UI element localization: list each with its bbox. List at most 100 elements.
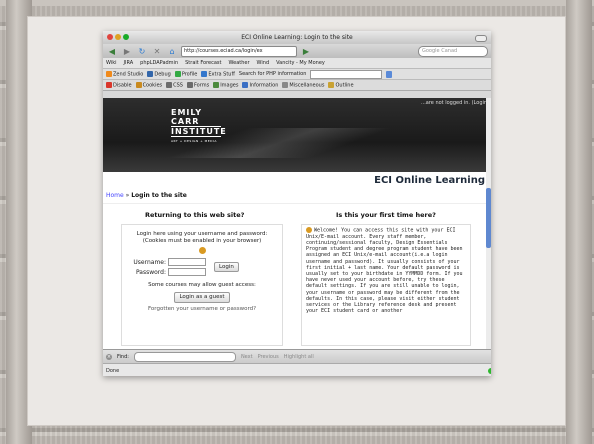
guest-login-button[interactable]: Login as a guest — [174, 292, 230, 303]
zoom-window-button[interactable] — [123, 34, 129, 40]
title-bar: ECI Online Learning: Login to the site — [103, 31, 491, 44]
bookmark-item[interactable]: Wiki — [106, 60, 117, 66]
webdev-menu-label: CSS — [173, 82, 183, 89]
webdev-menu-disable[interactable]: Disable — [106, 81, 132, 89]
miscellaneous-icon — [282, 81, 289, 88]
vertical-scrollbar[interactable] — [486, 98, 491, 349]
find-bar: × Find: Next Previous Highlight all — [103, 349, 491, 364]
forgot-password-link[interactable]: Forgotten your username or password? — [122, 306, 282, 313]
outline-icon — [328, 81, 335, 88]
login-intro: Login here using your username and passw… — [136, 231, 268, 237]
webdev-menu-forms[interactable]: Forms — [186, 81, 210, 89]
extra-icon — [201, 70, 208, 77]
zend-toolbar: Zend Studio Debug Profile Extra Stuff Se… — [103, 69, 491, 80]
php-search-input[interactable] — [310, 69, 383, 79]
bookmark-item[interactable]: Strait Forecast — [185, 60, 221, 66]
status-text: Done — [106, 367, 120, 374]
bookmark-item[interactable]: Wind — [257, 60, 270, 66]
first-time-text: Welcome! You can access this site with y… — [302, 225, 470, 316]
page-viewport: EMILY CARR INSTITUTE ART + DESIGN + MEDI… — [103, 98, 491, 349]
php-search-label: Search for PHP information — [238, 71, 307, 77]
cookies-note: (Cookies must be enabled in your browser… — [142, 238, 262, 244]
webdev-menu-label: Images — [220, 82, 239, 89]
webdev-menu-outline[interactable]: Outline — [328, 81, 354, 88]
breadcrumb-home-link[interactable]: Home — [106, 192, 124, 199]
logo-tagline: ART + DESIGN + MEDIA — [171, 139, 217, 143]
webdev-menu-label: Disable — [113, 82, 132, 89]
bug-icon — [147, 70, 154, 77]
site-header: ECI Online Learning — [103, 172, 491, 189]
emily-carr-logo[interactable]: EMILY CARR INSTITUTE ART + DESIGN + MEDI… — [171, 108, 227, 143]
webdev-menu-images[interactable]: Images — [213, 81, 239, 89]
close-find-icon[interactable]: × — [106, 354, 112, 360]
images-icon — [213, 81, 220, 88]
webdev-menu-css[interactable]: CSS — [166, 81, 183, 89]
zend-icon — [106, 70, 112, 77]
debug-button[interactable]: Debug — [147, 70, 171, 77]
banner-graphic — [103, 128, 491, 158]
back-arrow-icon[interactable]: ◀ — [106, 46, 118, 56]
bookmark-item[interactable]: JIRA — [124, 60, 134, 66]
profile-button[interactable]: Profile — [174, 70, 197, 77]
window-controls — [107, 34, 129, 40]
webdev-menu-information[interactable]: Information — [242, 81, 279, 89]
css-icon — [166, 81, 173, 88]
breadcrumb-separator: » — [125, 192, 130, 199]
info-icon — [306, 227, 312, 233]
webdev-menu-label: Miscellaneous — [289, 82, 325, 89]
reload-icon[interactable]: ↻ — [136, 46, 148, 56]
login-heading: Returning to this web site? — [145, 211, 245, 219]
web-developer-toolbar: Disable Cookies CSS Forms Images Information M… — [103, 80, 491, 91]
bookmark-item[interactable]: phpLDAPadmin — [140, 60, 178, 66]
disable-icon — [106, 81, 112, 88]
logo-line-2: INSTITUTE — [171, 127, 227, 137]
find-previous-button[interactable]: Previous — [258, 354, 279, 360]
zend-studio-button[interactable]: Zend Studio — [106, 70, 143, 77]
toolbar-toggle-button[interactable] — [475, 35, 487, 42]
help-icon[interactable] — [198, 247, 206, 254]
webdev-menu-cookies[interactable]: Cookies — [135, 81, 163, 89]
breadcrumb: Home » Login to the site — [103, 189, 491, 204]
login-form: Username: Password: Login — [122, 258, 282, 276]
username-label: Username: — [133, 258, 166, 266]
stop-icon[interactable]: ✕ — [151, 46, 163, 56]
login-status[interactable]: ...are not logged in. (Login) — [421, 100, 489, 106]
username-field[interactable] — [168, 258, 206, 266]
url-text: http://courses.eciad.ca/login/ex — [184, 48, 263, 54]
login-panel: Login here using your username and passw… — [121, 224, 283, 346]
webdev-menu-label: Cookies — [142, 82, 163, 89]
search-placeholder: Google Canad — [422, 48, 458, 54]
password-label: Password: — [135, 268, 166, 276]
go-icon[interactable]: ▶ — [300, 46, 312, 56]
site-banner: EMILY CARR INSTITUTE ART + DESIGN + MEDI… — [103, 98, 491, 172]
guest-note: Some courses may allow guest access: — [148, 282, 256, 288]
webdev-menu-label: Forms — [193, 82, 210, 89]
bookmark-item[interactable]: Vancity - My Money — [276, 60, 325, 66]
forward-arrow-icon[interactable]: ▶ — [121, 46, 133, 56]
password-field[interactable] — [168, 268, 206, 276]
username-row: Username: — [122, 258, 206, 266]
url-bar[interactable]: http://courses.eciad.ca/login/ex — [181, 45, 297, 57]
bookmark-item[interactable]: Weather — [228, 60, 249, 66]
login-button[interactable]: Login — [214, 262, 239, 272]
shelf-post-right — [566, 0, 592, 444]
first-time-body: Welcome! You can access this site with y… — [306, 227, 463, 315]
breadcrumb-current: Login to the site — [131, 192, 187, 199]
scrollbar-thumb[interactable] — [486, 188, 491, 248]
php-search-dropdown[interactable] — [386, 70, 393, 78]
highlight-all-checkbox[interactable]: Highlight all — [284, 354, 314, 360]
home-icon[interactable]: ⌂ — [166, 46, 178, 56]
webdev-menu-label: Information — [249, 82, 279, 89]
first-time-panel: Welcome! You can access this site with y… — [301, 224, 471, 346]
extra-stuff-button[interactable]: Extra Stuff — [201, 70, 235, 77]
webdev-menu-miscellaneous[interactable]: Miscellaneous — [282, 81, 325, 89]
close-window-button[interactable] — [107, 34, 113, 40]
search-input[interactable]: Google Canad — [418, 45, 488, 57]
find-input[interactable] — [133, 352, 236, 362]
find-next-button[interactable]: Next — [241, 354, 253, 360]
information-icon — [242, 81, 249, 88]
bookmarks-bar: Wiki JIRA phpLDAPadmin Strait Forecast Weath… — [103, 58, 491, 69]
navigation-toolbar: ◀ ▶ ↻ ✕ ⌂ http://courses.eciad.ca/login/… — [103, 44, 491, 58]
info-heading: Is this your first time here? — [336, 211, 436, 219]
minimize-window-button[interactable] — [115, 34, 121, 40]
